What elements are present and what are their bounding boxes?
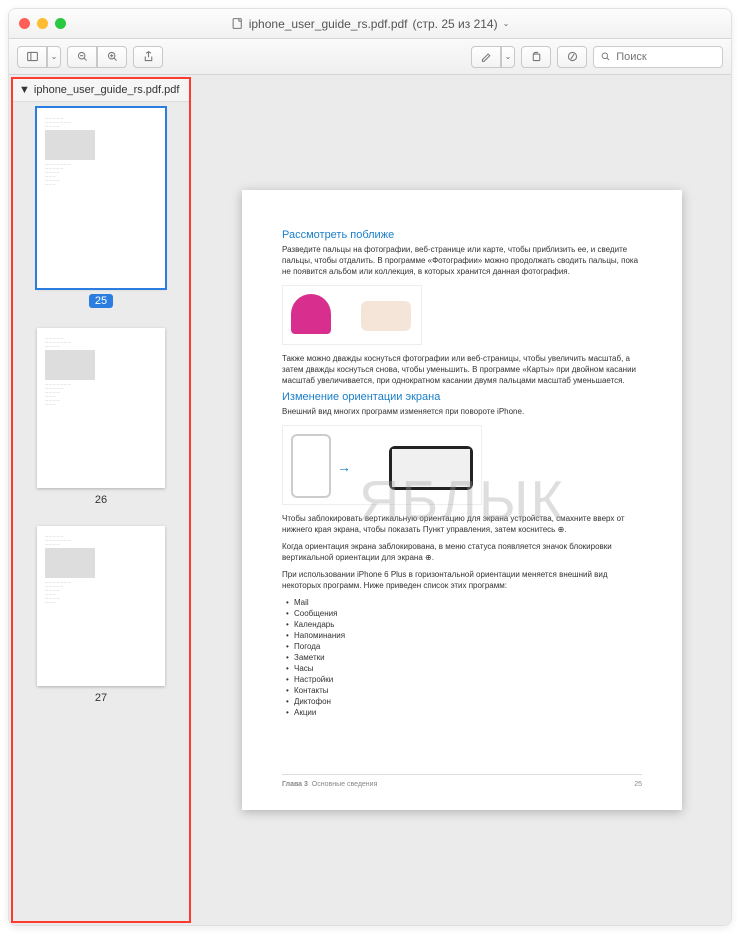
list-item: Часы bbox=[286, 663, 642, 674]
footer-left: Глава 3 Основные сведения bbox=[282, 779, 377, 790]
paragraph: Внешний вид многих программ изменяется п… bbox=[282, 406, 642, 417]
main-view[interactable]: Рассмотреть поближе Разведите пальцы на … bbox=[193, 75, 731, 925]
thumbnail-page[interactable]: — — — — —— — — — — — —— — — —— — — — — —… bbox=[37, 526, 165, 686]
pinch-figure bbox=[282, 285, 422, 345]
window-title[interactable]: iphone_user_guide_rs.pdf.pdf (стр. 25 из… bbox=[231, 17, 510, 31]
share-icon bbox=[142, 50, 155, 63]
list-item: Сообщения bbox=[286, 608, 642, 619]
title-pageinfo: (стр. 25 из 214) bbox=[413, 17, 498, 31]
highlight-button[interactable] bbox=[471, 46, 501, 68]
highlight-icon bbox=[480, 50, 493, 63]
title-filename: iphone_user_guide_rs.pdf.pdf bbox=[249, 17, 408, 31]
paragraph: Разведите пальцы на фотографии, веб-стра… bbox=[282, 244, 642, 277]
thumbnail-page[interactable]: — — — — —— — — — — — —— — — —— — — — — —… bbox=[37, 108, 165, 288]
thumbnail-item[interactable]: — — — — —— — — — — — —— — — —— — — — — —… bbox=[37, 526, 165, 704]
traffic-lights bbox=[19, 18, 66, 29]
thumbnail-item[interactable]: — — — — —— — — — — — —— — — —— — — — — —… bbox=[37, 328, 165, 506]
search-icon bbox=[600, 50, 611, 63]
paragraph: При использовании iPhone 6 Plus в горизо… bbox=[282, 569, 642, 591]
list-item: Акции bbox=[286, 707, 642, 718]
list-item: Настройки bbox=[286, 674, 642, 685]
heading-1: Рассмотреть поближе bbox=[282, 230, 642, 241]
thumbnail-number: 27 bbox=[95, 692, 107, 704]
thumbnail-number: 26 bbox=[95, 494, 107, 506]
thumbnail-sidebar: ▼ iphone_user_guide_rs.pdf.pdf — — — — —… bbox=[11, 77, 191, 923]
sidebar-header[interactable]: ▼ iphone_user_guide_rs.pdf.pdf bbox=[13, 79, 189, 102]
list-item: Mail bbox=[286, 597, 642, 608]
list-item: Напоминания bbox=[286, 630, 642, 641]
sidebar-toggle-button[interactable] bbox=[17, 46, 47, 68]
chevron-down-icon: ⌄ bbox=[51, 52, 58, 61]
share-button[interactable] bbox=[133, 46, 163, 68]
list-item: Погода bbox=[286, 641, 642, 652]
zoom-in-icon bbox=[106, 50, 119, 63]
list-item: Диктофон bbox=[286, 696, 642, 707]
close-button[interactable] bbox=[19, 18, 30, 29]
highlight-menu-button[interactable]: ⌄ bbox=[501, 46, 515, 68]
list-item: Заметки bbox=[286, 652, 642, 663]
paragraph: Также можно дважды коснуться фотографии … bbox=[282, 353, 642, 386]
search-field[interactable] bbox=[593, 46, 723, 68]
minimize-button[interactable] bbox=[37, 18, 48, 29]
list-item: Контакты bbox=[286, 685, 642, 696]
zoom-out-button[interactable] bbox=[67, 46, 97, 68]
disclosure-triangle-icon[interactable]: ▼ bbox=[19, 84, 30, 96]
rotate-button[interactable] bbox=[521, 46, 551, 68]
sidebar-icon bbox=[26, 50, 39, 63]
zoom-in-button[interactable] bbox=[97, 46, 127, 68]
window: iphone_user_guide_rs.pdf.pdf (стр. 25 из… bbox=[8, 8, 732, 926]
sidebar-menu-button[interactable]: ⌄ bbox=[47, 46, 61, 68]
sidebar-filename: iphone_user_guide_rs.pdf.pdf bbox=[34, 84, 180, 96]
chevron-down-icon: ⌄ bbox=[505, 52, 512, 61]
thumbnail-number: 25 bbox=[89, 294, 113, 308]
rotation-figure: → bbox=[282, 425, 482, 505]
markup-icon bbox=[566, 50, 579, 63]
content-area: ▼ iphone_user_guide_rs.pdf.pdf — — — — —… bbox=[9, 75, 731, 925]
toolbar: ⌄ ⌄ bbox=[9, 39, 731, 75]
app-list: MailСообщенияКалендарьНапоминанияПогодаЗ… bbox=[286, 597, 642, 718]
titlebar: iphone_user_guide_rs.pdf.pdf (стр. 25 из… bbox=[9, 9, 731, 39]
paragraph: Когда ориентация экрана заблокирована, в… bbox=[282, 541, 642, 563]
heading-2: Изменение ориентации экрана bbox=[282, 392, 642, 403]
chevron-down-icon: ⌄ bbox=[503, 19, 510, 28]
page-footer: Глава 3 Основные сведения 25 bbox=[282, 774, 642, 790]
thumbnail-item[interactable]: — — — — —— — — — — — —— — — —— — — — — —… bbox=[37, 108, 165, 308]
markup-button[interactable] bbox=[557, 46, 587, 68]
zoom-out-icon bbox=[76, 50, 89, 63]
file-icon bbox=[231, 17, 244, 30]
thumbnail-page[interactable]: — — — — —— — — — — — —— — — —— — — — — —… bbox=[37, 328, 165, 488]
pdf-page: Рассмотреть поближе Разведите пальцы на … bbox=[242, 190, 682, 810]
search-input[interactable] bbox=[616, 51, 716, 63]
footer-pagenum: 25 bbox=[634, 779, 642, 790]
zoom-button[interactable] bbox=[55, 18, 66, 29]
list-item: Календарь bbox=[286, 619, 642, 630]
thumbnail-list[interactable]: — — — — —— — — — — — —— — — —— — — — — —… bbox=[13, 102, 189, 921]
paragraph: Чтобы заблокировать вертикальную ориента… bbox=[282, 513, 642, 535]
rotate-icon bbox=[530, 50, 543, 63]
